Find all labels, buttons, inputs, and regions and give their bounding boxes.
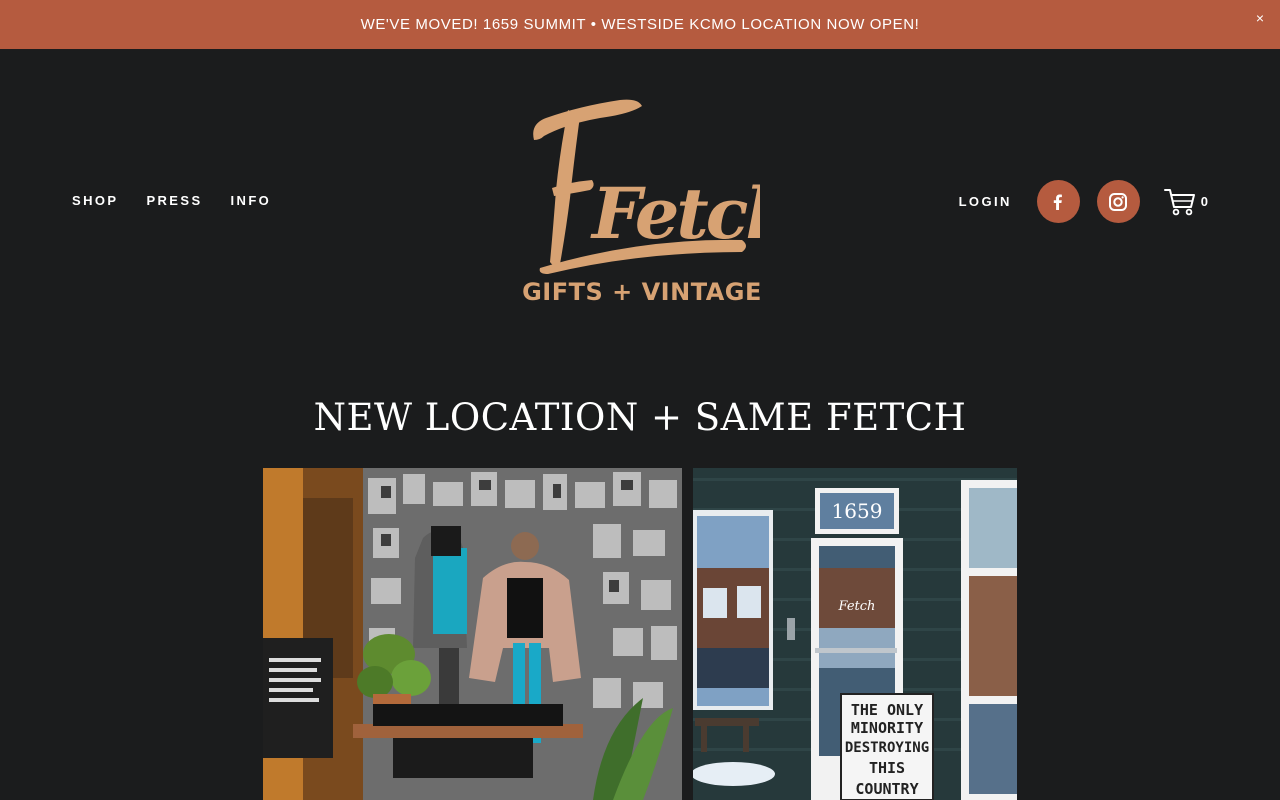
storefront-photo: 1659 Fetch THE ONLY MINORITY DESTROYING … [693,468,1017,800]
instagram-icon [1109,192,1128,211]
instagram-button[interactable] [1096,180,1140,223]
page-headline: NEW LOCATION + SAME FETCH [313,396,967,439]
door-logo: Fetch [838,599,876,614]
nav-shop[interactable]: SHOP [72,193,118,208]
main-nav: SHOP PRESS INFO [72,193,271,208]
announcement-text: WE'VE MOVED! 1659 SUMMIT • WESTSIDE KCMO… [360,16,920,33]
sign-line-3: DESTROYING [845,740,929,756]
sign-line-5: COUNTRY [855,780,918,798]
close-icon[interactable]: × [1256,10,1264,26]
cart-count: 0 [1200,194,1208,209]
store-interior-photo [263,468,682,800]
facebook-button[interactable] [1036,180,1080,223]
cart-button[interactable]: 0 [1163,188,1208,216]
sign-line-2: MINORITY [851,719,923,737]
fetch-logo[interactable]: Fetch GIFTS + VINTAGE [520,90,796,315]
login-link[interactable]: LOGIN [959,194,1012,209]
sign-line-4: THIS [869,759,905,777]
nav-info[interactable]: INFO [231,193,272,208]
sign-line-1: THE ONLY [851,701,923,719]
announcement-bar: WE'VE MOVED! 1659 SUMMIT • WESTSIDE KCMO… [0,0,1280,49]
cart-icon [1163,188,1195,215]
facebook-icon [1054,194,1063,210]
logo-tagline: GIFTS + VINTAGE [522,278,760,306]
address-numbers: 1659 [832,499,883,523]
account-nav: LOGIN 0 [959,180,1208,223]
nav-press[interactable]: PRESS [146,193,202,208]
